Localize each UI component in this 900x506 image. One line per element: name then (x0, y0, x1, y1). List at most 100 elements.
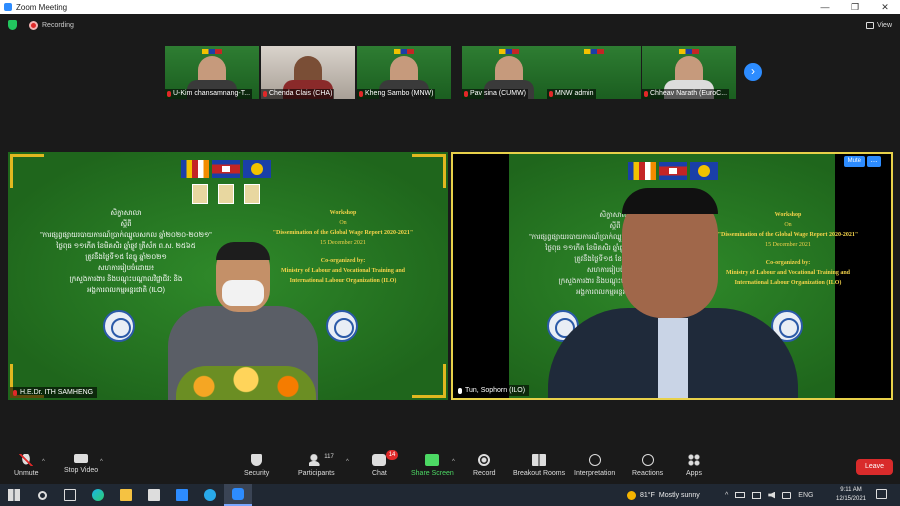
participant-thumbnail[interactable]: U-Kim chansamnang-T... (165, 46, 259, 99)
window-title: Zoom Meeting (16, 2, 68, 12)
mic-off-icon (167, 91, 171, 97)
mail-icon (176, 489, 188, 501)
recording-label: Recording (42, 21, 74, 29)
edge-browser-button[interactable] (84, 484, 112, 506)
store-icon (148, 489, 160, 501)
apps-label: Apps (686, 470, 702, 477)
recording-icon[interactable] (29, 20, 38, 30)
store-button[interactable] (140, 484, 168, 506)
chat-label: Chat (372, 470, 387, 477)
unmute-button[interactable]: Unmute (14, 454, 39, 477)
search-button[interactable] (28, 484, 56, 506)
share-options-chevron-icon[interactable]: ^ (452, 459, 455, 465)
view-button[interactable]: View (865, 21, 892, 29)
participant-thumbnail[interactable]: Kheng Sambo (MNW) (357, 46, 451, 99)
chat-button[interactable]: 14 Chat (372, 450, 399, 477)
start-button[interactable] (0, 484, 28, 506)
network-icon[interactable] (782, 491, 792, 499)
audio-options-chevron-icon[interactable]: ^ (42, 459, 45, 465)
folder-icon (120, 489, 132, 501)
stop-video-button[interactable]: Stop Video (64, 454, 98, 474)
ilo-flag-icon (690, 162, 718, 180)
file-explorer-button[interactable] (112, 484, 140, 506)
display-icon[interactable] (752, 491, 762, 499)
weather-description: Mostly sunny (658, 491, 700, 499)
weather-widget[interactable]: 81°F Mostly sunny (627, 484, 700, 506)
next-page-arrow-icon[interactable]: › (744, 63, 762, 81)
participant-name: Chheav Narath (EuroC... (650, 90, 728, 97)
participant-name: MNW admin (555, 90, 594, 97)
notifications-icon[interactable] (876, 489, 887, 499)
mic-off-icon (263, 91, 267, 97)
record-icon (478, 454, 491, 466)
shield-icon (251, 454, 263, 466)
workshop-title: "Dissemination of the Global Wage Report… (272, 230, 414, 236)
show-hidden-icons-chevron-icon[interactable]: ^ (725, 492, 728, 499)
participants-button[interactable]: 117 Participants (298, 454, 335, 477)
participants-options-chevron-icon[interactable]: ^ (346, 459, 349, 465)
speaker-icon[interactable] (768, 491, 776, 499)
shield-icon[interactable] (8, 20, 17, 30)
khmer-line: សិក្ខាសាលា (110, 210, 142, 217)
mail-button[interactable] (168, 484, 196, 506)
flags-graphic (679, 49, 699, 54)
maximize-button[interactable]: ❐ (840, 0, 870, 14)
input-language[interactable]: ENG (798, 492, 813, 499)
video-tile-left[interactable]: សិក្ខាសាលា ស្ដីពី "ការផ្សព្វផ្សាយរបាយការ… (8, 152, 448, 400)
view-label: View (876, 21, 892, 29)
breakout-rooms-label: Breakout Rooms (513, 470, 566, 477)
more-options-button[interactable]: ... (867, 156, 881, 167)
thumbnail-nametag: MNW admin (547, 89, 596, 99)
mic-off-icon (644, 91, 648, 97)
record-button[interactable]: Record (473, 454, 496, 477)
leave-button[interactable]: Leave (856, 459, 893, 475)
participant-name: Tun, Sophorn (ILO) (465, 387, 526, 394)
zoom-taskbar-button[interactable] (224, 484, 252, 506)
participant-thumbnail[interactable]: MNW admin (547, 46, 641, 99)
close-button[interactable]: ✕ (870, 0, 900, 14)
portrait-image (192, 184, 208, 204)
apps-button[interactable]: Apps (686, 454, 702, 477)
clock-time: 9:11 AM (840, 487, 862, 493)
participant-thumbnail[interactable]: Chenda Clais (CHA) (261, 46, 355, 99)
ornament-corner (10, 154, 44, 188)
video-tile-right[interactable]: សិក្ខាសាលា ស្ដីពី "ការផ្សព្វផ្សាយរបាយការ… (451, 152, 893, 400)
grid-view-icon (865, 21, 874, 29)
minimize-button[interactable]: — (810, 0, 840, 14)
search-icon (37, 490, 47, 500)
mic-off-icon (13, 389, 17, 396)
breakout-rooms-button[interactable]: Breakout Rooms (513, 454, 565, 477)
interpretation-button[interactable]: Interpretation (574, 454, 615, 477)
stop-video-label: Stop Video (64, 467, 99, 474)
record-label: Record (473, 470, 496, 477)
flower-arrangement (176, 366, 316, 400)
participant-name: Chenda Clais (CHA) (269, 90, 333, 97)
participant-name: U-Kim chansamnang-T... (173, 90, 251, 97)
security-label: Security (244, 470, 270, 477)
task-view-button[interactable] (56, 484, 84, 506)
ornament-corner (412, 154, 446, 188)
tile-nametag: Tun, Sophorn (ILO) (455, 385, 530, 396)
interpretation-label: Interpretation (574, 470, 616, 477)
video-options-chevron-icon[interactable]: ^ (100, 459, 103, 465)
unmute-label: Unmute (14, 470, 39, 477)
taskbar-clock[interactable]: 9:11 AM 12/15/2021 (830, 486, 872, 504)
participant-name: Kheng Sambo (MNW) (365, 90, 434, 97)
thumbnail-nametag: Chenda Clais (CHA) (261, 89, 335, 99)
speaker-hair (216, 242, 270, 260)
mute-participant-button[interactable]: Mute (843, 156, 865, 167)
participant-name: H.E.Dr. ITH SAMHENG (20, 389, 94, 396)
buddhist-flag-icon (181, 160, 209, 178)
flags-graphic (584, 49, 604, 54)
battery-icon[interactable] (735, 492, 746, 498)
participant-thumbnail[interactable]: Chheav Narath (EuroC... (642, 46, 736, 99)
telegram-button[interactable] (196, 484, 224, 506)
reactions-button[interactable]: Reactions (632, 454, 663, 477)
participant-thumbnail[interactable]: Pav sina (CUMW) (462, 46, 556, 99)
cambodia-flag-icon (659, 162, 687, 180)
video-camera-icon (74, 454, 89, 463)
share-screen-button[interactable]: Share Screen (411, 454, 454, 477)
portrait-image (244, 184, 260, 204)
security-button[interactable]: Security (244, 454, 269, 477)
temperature: 81°F (640, 491, 655, 499)
